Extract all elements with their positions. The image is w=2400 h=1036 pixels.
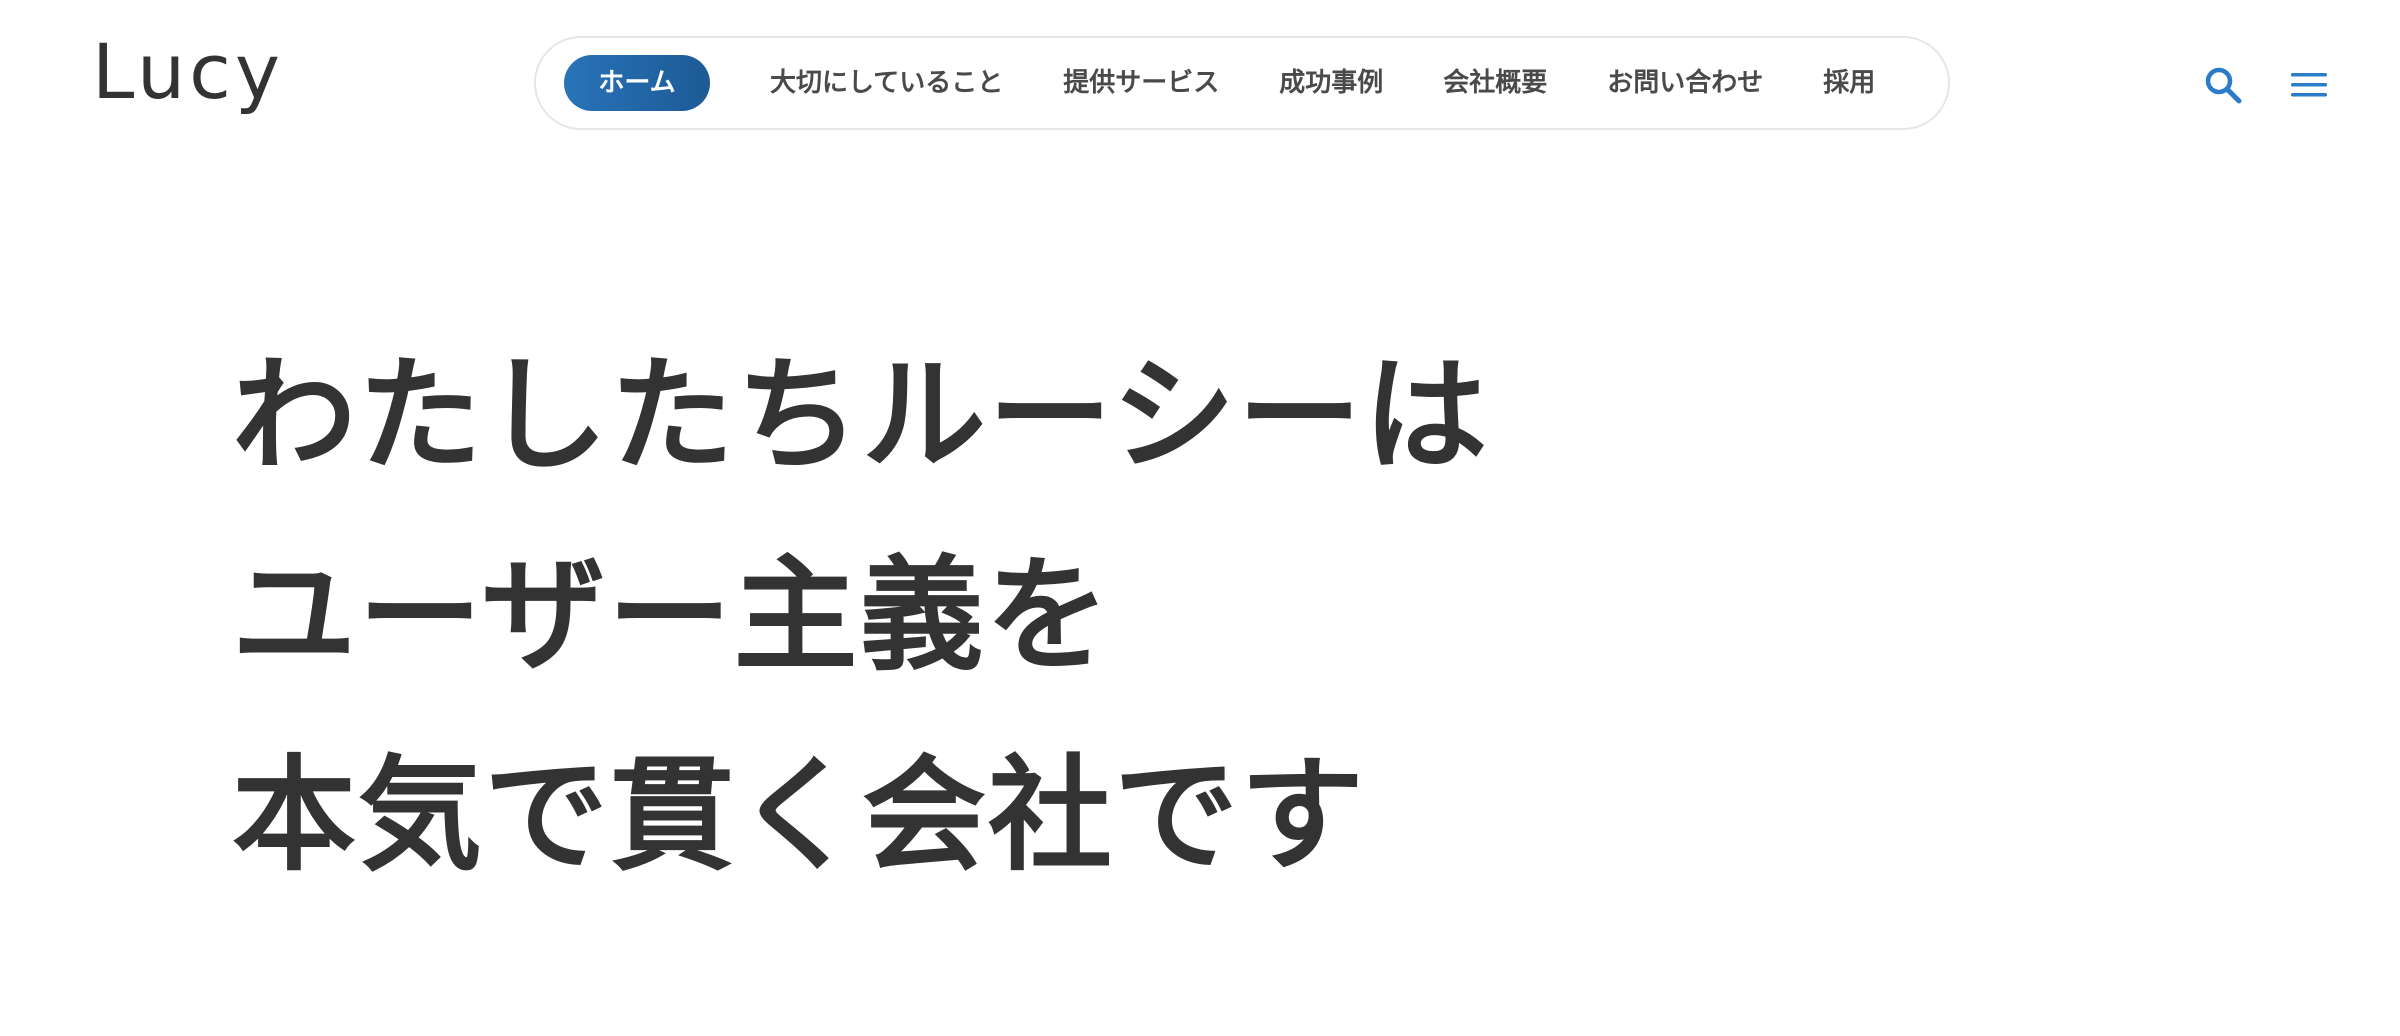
hero-heading-line-3: 本気で貫く会社です [232,744,1367,888]
nav-item-values[interactable]: 大切にしていること [740,55,1033,111]
hero-section: わたしたちルーシーは ユーザー主義を 本気で貫く会社です [232,316,1932,916]
hero-heading-line-2: ユーザー主義を [232,544,1112,688]
nav-item-case-studies[interactable]: 成功事例 [1249,55,1413,111]
hamburger-menu-icon [2291,73,2327,97]
nav-item-services[interactable]: 提供サービス [1033,55,1249,111]
nav-item-contact[interactable]: お問い合わせ [1577,55,1793,111]
site-header: Lucy ホーム 大切にしていること 提供サービス 成功事例 会社概要 お問い合… [0,0,2400,170]
nav-item-recruit[interactable]: 採用 [1793,55,1905,111]
site-logo[interactable]: Lucy [92,34,284,110]
main-nav: ホーム 大切にしていること 提供サービス 成功事例 会社概要 お問い合わせ 採用 [534,36,1950,130]
menu-button[interactable] [2284,60,2334,110]
nav-item-company[interactable]: 会社概要 [1413,55,1577,111]
search-button[interactable] [2198,60,2248,110]
nav-item-home[interactable]: ホーム [564,55,710,111]
search-icon [2205,67,2242,104]
hero-heading-line-1: わたしたちルーシーは [232,344,1490,488]
